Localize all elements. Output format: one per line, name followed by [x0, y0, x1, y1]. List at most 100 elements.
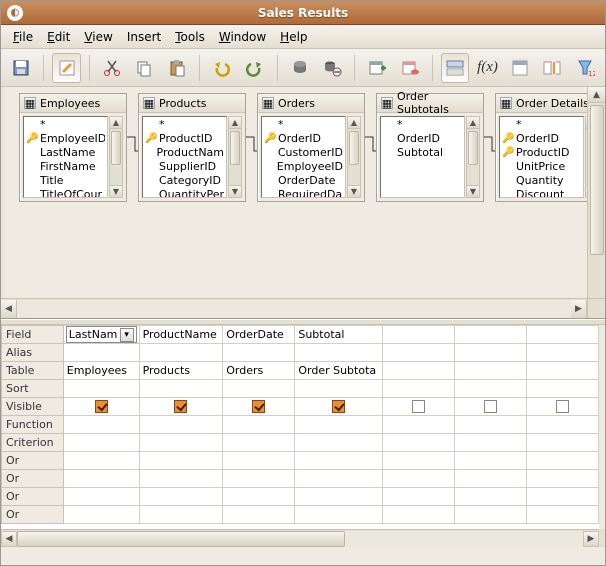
menu-window[interactable]: Window: [213, 28, 272, 46]
field-list[interactable]: *OrderIDSubtotal: [380, 116, 465, 198]
field-item[interactable]: Quantity: [502, 174, 581, 188]
grid-cell-alias-0[interactable]: [63, 344, 139, 362]
table-names-button[interactable]: [506, 53, 534, 83]
cut-button[interactable]: [98, 53, 126, 83]
grid-cell-or1-0[interactable]: [63, 452, 139, 470]
field-item[interactable]: *: [145, 118, 224, 132]
grid-cell-or4-1[interactable]: [139, 506, 223, 524]
table-window-title[interactable]: ▦Order Subtotals: [377, 94, 483, 113]
grid-cell-or2-0[interactable]: [63, 470, 139, 488]
remove-table-button[interactable]: [396, 53, 424, 83]
design-vertical-scrollbar[interactable]: ▲: [587, 87, 605, 298]
visible-checkbox[interactable]: [174, 400, 187, 413]
table-window-order-subtotals[interactable]: ▦Order Subtotals*OrderIDSubtotal▲▼: [376, 93, 484, 202]
distinct-values-button[interactable]: 123.1: [570, 53, 598, 83]
field-list[interactable]: *🔑ProductIDProductNamSupplierIDCategoryI…: [142, 116, 227, 198]
grid-cell-or1-2[interactable]: [223, 452, 295, 470]
row-header-sort[interactable]: Sort: [2, 380, 64, 398]
scroll-left-icon[interactable]: ◀: [1, 531, 17, 547]
scroll-right-icon[interactable]: ▶: [583, 531, 599, 547]
grid-cell-or4-5[interactable]: [454, 506, 526, 524]
grid-cell-or4-2[interactable]: [223, 506, 295, 524]
scroll-down-icon[interactable]: ▼: [229, 185, 241, 197]
query-grid[interactable]: FieldLastNam▾ProductNameOrderDateSubtota…: [1, 325, 599, 547]
grid-cell-visible-4[interactable]: [382, 398, 454, 416]
grid-cell-or4-4[interactable]: [382, 506, 454, 524]
field-list-scrollbar[interactable]: ▲▼: [228, 116, 242, 198]
field-item[interactable]: *: [26, 118, 105, 132]
visible-checkbox[interactable]: [332, 400, 345, 413]
visible-checkbox[interactable]: [484, 400, 497, 413]
design-view-button[interactable]: [441, 53, 469, 83]
table-window-title[interactable]: ▦Orders: [258, 94, 364, 113]
grid-cell-or4-0[interactable]: [63, 506, 139, 524]
field-item[interactable]: CategoryID: [145, 174, 224, 188]
scroll-down-icon[interactable]: ▼: [467, 185, 479, 197]
scroll-thumb[interactable]: [349, 131, 359, 165]
undo-button[interactable]: [208, 53, 236, 83]
grid-cell-sort-4[interactable]: [382, 380, 454, 398]
row-header-criterion[interactable]: Criterion: [2, 434, 64, 452]
grid-cell-table-0[interactable]: Employees: [63, 362, 139, 380]
row-header-or4[interactable]: Or: [2, 506, 64, 524]
field-item[interactable]: CustomerID: [264, 146, 343, 160]
field-list[interactable]: *🔑EmployeeIDLastNameFirstNameTitleTitleO…: [23, 116, 108, 198]
save-button[interactable]: [7, 53, 35, 83]
grid-cell-or2-4[interactable]: [382, 470, 454, 488]
grid-cell-or1-1[interactable]: [139, 452, 223, 470]
field-item[interactable]: SupplierID: [145, 160, 224, 174]
row-header-or2[interactable]: Or: [2, 470, 64, 488]
field-item[interactable]: 🔑ProductID: [145, 132, 224, 146]
menu-tools[interactable]: Tools: [169, 28, 211, 46]
grid-cell-field-3[interactable]: Subtotal: [295, 326, 382, 344]
grid-cell-function-5[interactable]: [454, 416, 526, 434]
grid-cell-function-6[interactable]: [526, 416, 598, 434]
grid-cell-or3-5[interactable]: [454, 488, 526, 506]
table-window-employees[interactable]: ▦Employees *🔑EmployeeIDLastNameFirstNameT…: [19, 93, 127, 202]
grid-cell-or3-1[interactable]: [139, 488, 223, 506]
grid-cell-or2-5[interactable]: [454, 470, 526, 488]
grid-cell-visible-3[interactable]: [295, 398, 382, 416]
scroll-track[interactable]: [17, 300, 571, 318]
field-list-scrollbar[interactable]: ▲▼: [466, 116, 480, 198]
visible-checkbox[interactable]: [412, 400, 425, 413]
field-list[interactable]: *🔑OrderID🔑ProductIDUnitPriceQuantityDisc…: [499, 116, 584, 198]
field-item[interactable]: Subtotal: [383, 146, 462, 160]
field-item[interactable]: *: [383, 118, 462, 132]
grid-cell-alias-3[interactable]: [295, 344, 382, 362]
grid-cell-field-1[interactable]: ProductName: [139, 326, 223, 344]
scroll-up-icon[interactable]: ▲: [467, 117, 479, 129]
grid-cell-sort-6[interactable]: [526, 380, 598, 398]
table-window-title[interactable]: ▦Products: [139, 94, 245, 113]
table-window-title[interactable]: ▦Employees: [20, 94, 126, 113]
grid-cell-function-1[interactable]: [139, 416, 223, 434]
grid-cell-criterion-4[interactable]: [382, 434, 454, 452]
field-item[interactable]: EmployeeID: [264, 160, 343, 174]
row-header-field[interactable]: Field: [2, 326, 64, 344]
grid-cell-criterion-5[interactable]: [454, 434, 526, 452]
grid-cell-criterion-2[interactable]: [223, 434, 295, 452]
row-header-table[interactable]: Table: [2, 362, 64, 380]
field-item[interactable]: OrderID: [383, 132, 462, 146]
grid-cell-field-5[interactable]: [454, 326, 526, 344]
grid-cell-or1-5[interactable]: [454, 452, 526, 470]
scroll-right-icon[interactable]: ▶: [571, 300, 587, 318]
scroll-down-icon[interactable]: ▼: [348, 185, 360, 197]
grid-cell-visible-0[interactable]: [63, 398, 139, 416]
row-header-alias[interactable]: Alias: [2, 344, 64, 362]
table-window-products[interactable]: ▦Products *🔑ProductIDProductNamSupplierID…: [138, 93, 246, 202]
grid-cell-or1-6[interactable]: [526, 452, 598, 470]
field-item[interactable]: QuantityPer: [145, 188, 224, 198]
grid-cell-table-6[interactable]: [526, 362, 598, 380]
field-item[interactable]: LastName: [26, 146, 105, 160]
grid-cell-visible-1[interactable]: [139, 398, 223, 416]
table-window-orders[interactable]: ▦Orders*🔑OrderIDCustomerIDEmployeeIDOrde…: [257, 93, 365, 202]
clear-query-button[interactable]: [318, 53, 346, 83]
scroll-thumb[interactable]: [17, 531, 345, 547]
grid-cell-sort-1[interactable]: [139, 380, 223, 398]
field-item[interactable]: OrderDate: [264, 174, 343, 188]
grid-cell-field-6[interactable]: [526, 326, 598, 344]
row-header-visible[interactable]: Visible: [2, 398, 64, 416]
field-list-scrollbar[interactable]: ▲▼: [109, 116, 123, 198]
grid-cell-visible-2[interactable]: [223, 398, 295, 416]
